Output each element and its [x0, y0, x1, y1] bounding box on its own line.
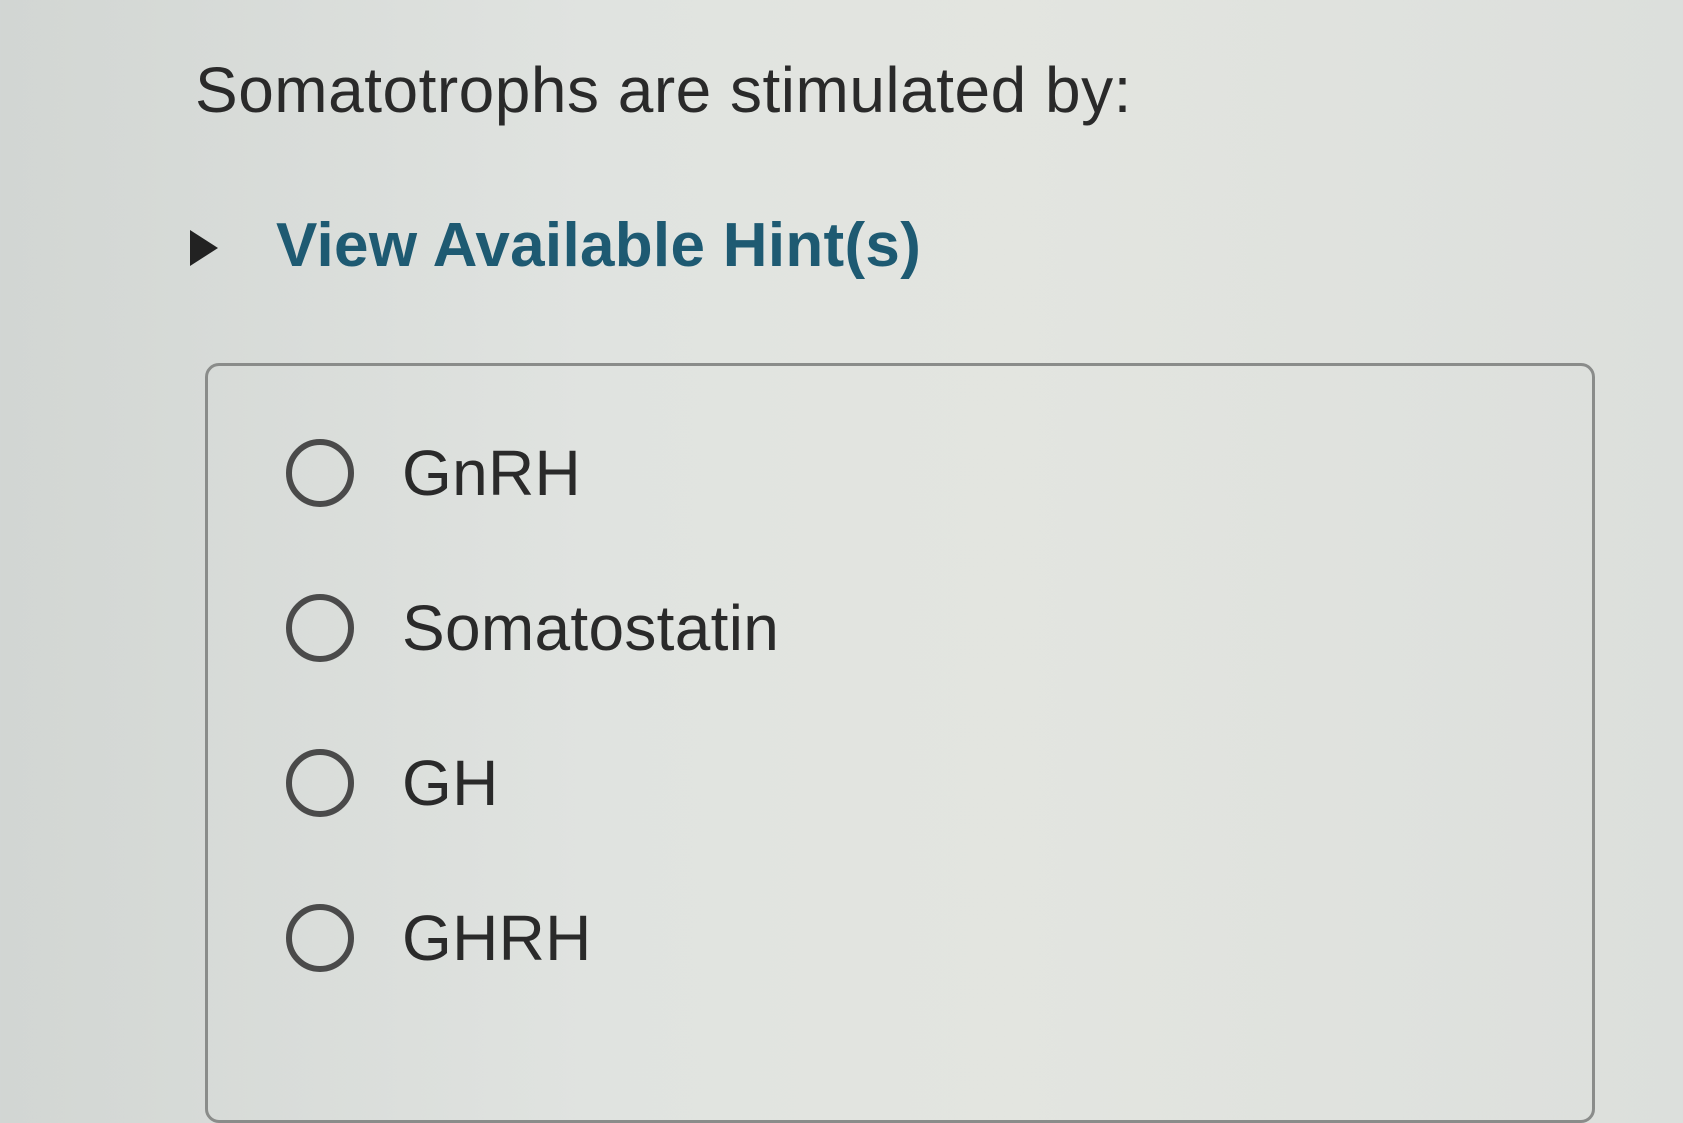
option-label[interactable]: GnRH [402, 436, 581, 510]
option-label[interactable]: GHRH [402, 901, 592, 975]
option-somatostatin[interactable]: Somatostatin [286, 591, 779, 665]
option-ghrh[interactable]: GHRH [286, 901, 592, 975]
view-hints-toggle[interactable]: View Available Hint(s) [190, 210, 921, 281]
question-text: Somatotrophs are stimulated by: [195, 54, 1132, 126]
option-gnrh[interactable]: GnRH [286, 436, 581, 510]
option-gh[interactable]: GH [286, 746, 499, 820]
option-label[interactable]: Somatostatin [402, 591, 779, 665]
radio-button[interactable] [286, 749, 354, 817]
view-hints-label[interactable]: View Available Hint(s) [276, 210, 921, 281]
answer-options-box: GnRH Somatostatin GH GHRH [205, 363, 1595, 1123]
caret-right-icon[interactable] [190, 229, 218, 266]
radio-button[interactable] [286, 439, 354, 507]
radio-button[interactable] [286, 594, 354, 662]
option-label[interactable]: GH [402, 746, 499, 820]
radio-button[interactable] [286, 904, 354, 972]
